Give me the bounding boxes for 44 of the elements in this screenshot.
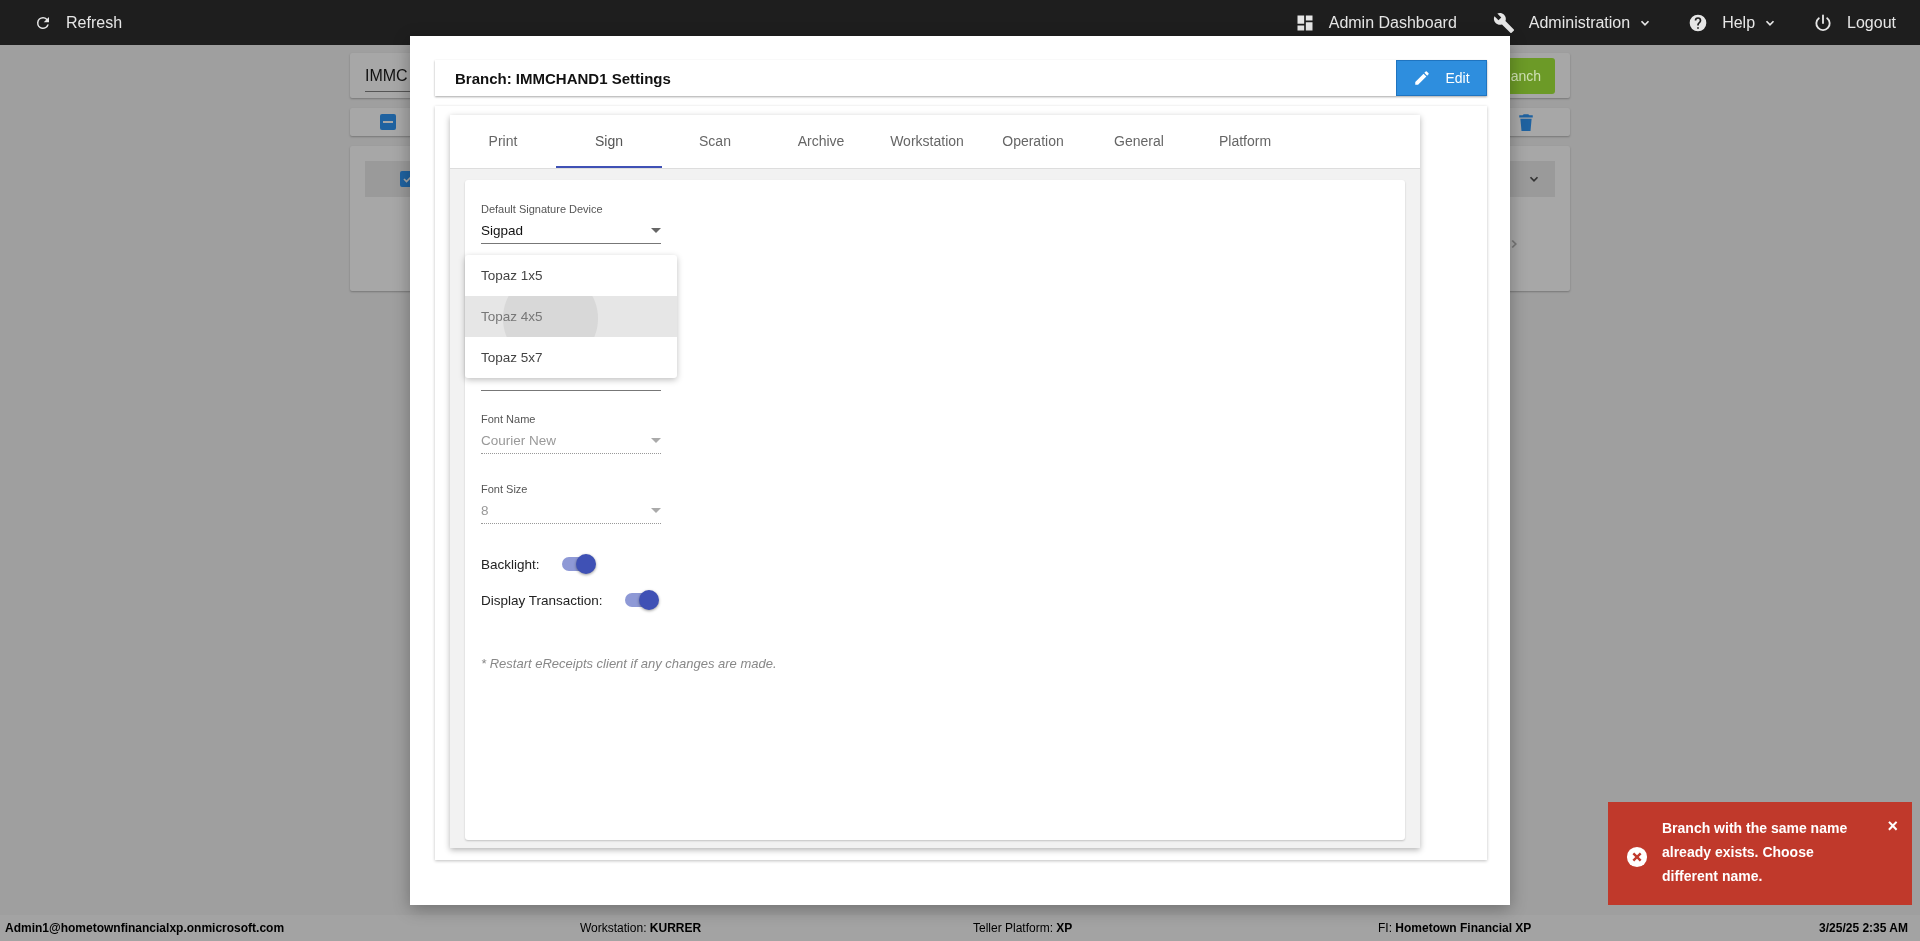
dropdown-arrow-icon xyxy=(651,227,661,233)
edit-button[interactable]: Edit xyxy=(1396,60,1487,96)
tab[interactable]: Platform xyxy=(1192,115,1298,168)
nav-link[interactable]: Administration xyxy=(1492,11,1653,34)
tab[interactable]: Scan xyxy=(662,115,768,168)
status-field: Workstation: KURRER xyxy=(580,921,973,935)
field-label: Default Signature Device xyxy=(481,202,604,216)
modal-title: Branch: IMMCHAND1 Settings xyxy=(455,69,671,87)
toggle-label: Backlight: xyxy=(481,556,540,572)
nav-link[interactable]: Logout xyxy=(1813,12,1896,33)
toggle-switch[interactable] xyxy=(624,590,659,610)
date-time: 3/25/25 2:35 AM xyxy=(1819,921,1908,935)
error-message: Branch with the same name already exists. Choose different name. xyxy=(1662,819,1849,886)
status-field: FI: Hometown Financial XP xyxy=(1378,921,1820,935)
tab[interactable]: Workstation xyxy=(874,115,980,168)
menu-item[interactable]: Topaz 4x5 xyxy=(465,296,677,337)
select-all-checkbox[interactable] xyxy=(380,114,396,130)
nav-link[interactable]: Admin Dashboard xyxy=(1294,12,1457,33)
user-email: Admin1@hometownfinancialxp.onmicrosoft.com xyxy=(5,921,286,935)
select-field[interactable]: Sigpad xyxy=(481,219,661,244)
refresh-link[interactable]: Refresh xyxy=(34,13,123,32)
tab[interactable]: Print xyxy=(450,115,556,168)
menu-item[interactable]: Topaz 5x7 xyxy=(465,337,677,378)
toggle-label: Display Transaction: xyxy=(481,592,603,608)
nav-link[interactable]: Help xyxy=(1688,12,1778,33)
toggle-switch[interactable] xyxy=(561,554,596,574)
field-label: Font Name xyxy=(481,412,537,426)
status-field: Teller Platform: XP xyxy=(973,921,1378,935)
tab[interactable]: General xyxy=(1086,115,1192,168)
restart-note: * Restart eReceipts client if any changes are made. xyxy=(481,656,778,671)
trash-icon xyxy=(1518,113,1534,131)
help-icon xyxy=(1688,12,1709,33)
select-field: Courier New xyxy=(481,429,661,454)
tab[interactable]: Archive xyxy=(768,115,874,168)
pencil-icon xyxy=(1413,69,1432,87)
close-button[interactable]: × xyxy=(1887,817,1898,835)
wrench-icon xyxy=(1492,11,1515,34)
dropdown-arrow-icon xyxy=(651,437,661,443)
field-label: Font Size xyxy=(481,482,529,496)
error-icon xyxy=(1626,846,1648,868)
tab[interactable]: Operation xyxy=(980,115,1086,168)
menu-item[interactable]: Topaz 1x5 xyxy=(465,255,677,296)
dropdown-arrow-icon xyxy=(651,507,661,513)
select-field: 8 xyxy=(481,499,661,524)
